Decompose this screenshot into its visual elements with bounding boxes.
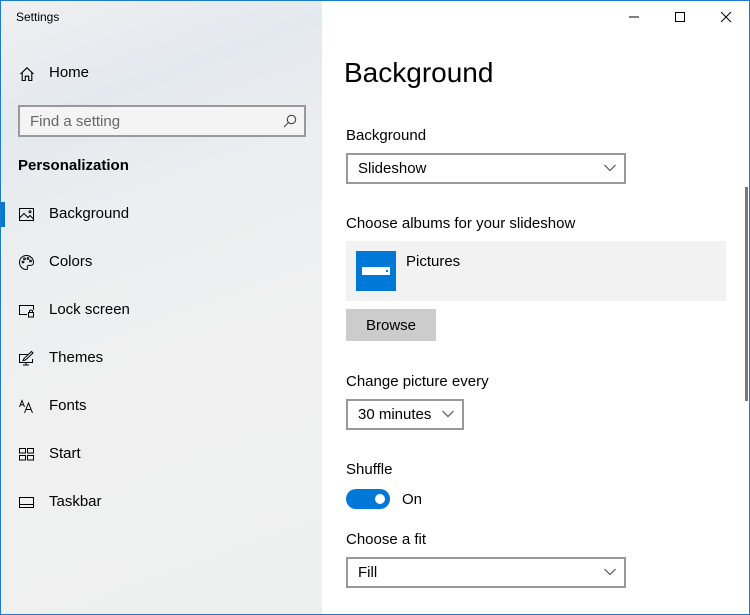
sidebar-item-themes[interactable]: Themes bbox=[1, 341, 322, 389]
sidebar-item-background[interactable]: Background bbox=[1, 197, 322, 245]
sidebar-item-label: Lock screen bbox=[49, 301, 130, 318]
background-dropdown[interactable]: Slideshow bbox=[346, 153, 626, 184]
fit-dropdown-value: Fill bbox=[358, 564, 378, 581]
sidebar-item-lock-screen[interactable]: Lock screen bbox=[1, 293, 322, 341]
section-heading: Personalization bbox=[18, 157, 129, 174]
shuffle-toggle[interactable] bbox=[346, 489, 390, 509]
settings-window: Settings Home Personalization bbox=[0, 0, 750, 615]
toggle-knob bbox=[375, 494, 385, 504]
interval-dropdown-value: 30 minutes bbox=[358, 406, 432, 423]
home-icon bbox=[19, 66, 35, 82]
maximize-button[interactable] bbox=[657, 1, 703, 33]
sidebar-item-fonts[interactable]: Fonts bbox=[1, 389, 322, 437]
fit-label: Choose a fit bbox=[346, 531, 427, 548]
shuffle-label: Shuffle bbox=[346, 461, 393, 478]
search-input[interactable] bbox=[20, 107, 304, 135]
album-name: Pictures bbox=[406, 253, 461, 270]
search-icon[interactable] bbox=[283, 114, 297, 128]
background-dropdown-value: Slideshow bbox=[358, 160, 427, 177]
close-icon bbox=[720, 11, 732, 23]
sidebar-item-label: Colors bbox=[49, 253, 93, 270]
taskbar-icon bbox=[18, 494, 35, 511]
fit-dropdown[interactable]: Fill bbox=[346, 557, 626, 588]
maximize-icon bbox=[675, 12, 685, 22]
app-title: Settings bbox=[16, 10, 60, 24]
sidebar-home[interactable]: Home bbox=[1, 59, 322, 89]
chevron-down-icon bbox=[604, 164, 616, 172]
start-icon bbox=[18, 446, 35, 463]
chevron-down-icon bbox=[604, 568, 616, 576]
vertical-scrollbar[interactable] bbox=[745, 187, 748, 401]
minimize-icon bbox=[629, 16, 639, 18]
active-indicator bbox=[1, 202, 5, 227]
browse-button[interactable]: Browse bbox=[346, 309, 436, 341]
fonts-icon bbox=[18, 398, 35, 415]
lock-screen-icon bbox=[18, 302, 35, 319]
sidebar-item-label: Background bbox=[49, 205, 130, 222]
minimize-button[interactable] bbox=[611, 1, 657, 33]
sidebar-item-label: Themes bbox=[49, 349, 104, 366]
sidebar-item-start[interactable]: Start bbox=[1, 437, 322, 485]
sidebar: Settings Home Personalization bbox=[1, 1, 322, 614]
sidebar-nav: Background Colors Lock screen Themes Fon… bbox=[1, 197, 322, 533]
sidebar-item-label: Taskbar bbox=[49, 493, 102, 510]
search-box[interactable] bbox=[18, 105, 306, 137]
folder-tile-icon bbox=[356, 251, 396, 291]
home-label: Home bbox=[49, 64, 90, 81]
close-button[interactable] bbox=[703, 1, 749, 33]
sidebar-item-label: Start bbox=[49, 445, 81, 462]
picture-icon bbox=[18, 206, 35, 223]
sidebar-item-taskbar[interactable]: Taskbar bbox=[1, 485, 322, 533]
sidebar-item-label: Fonts bbox=[49, 397, 87, 414]
shuffle-state: On bbox=[402, 491, 423, 508]
background-label: Background bbox=[346, 127, 427, 144]
album-item[interactable]: Pictures bbox=[346, 241, 726, 301]
sidebar-item-colors[interactable]: Colors bbox=[1, 245, 322, 293]
palette-icon bbox=[18, 254, 35, 271]
interval-label: Change picture every bbox=[346, 373, 489, 390]
interval-dropdown[interactable]: 30 minutes bbox=[346, 399, 464, 430]
albums-label: Choose albums for your slideshow bbox=[346, 215, 576, 232]
page-title: Background bbox=[344, 57, 494, 88]
themes-icon bbox=[18, 350, 35, 367]
chevron-down-icon bbox=[442, 410, 454, 418]
